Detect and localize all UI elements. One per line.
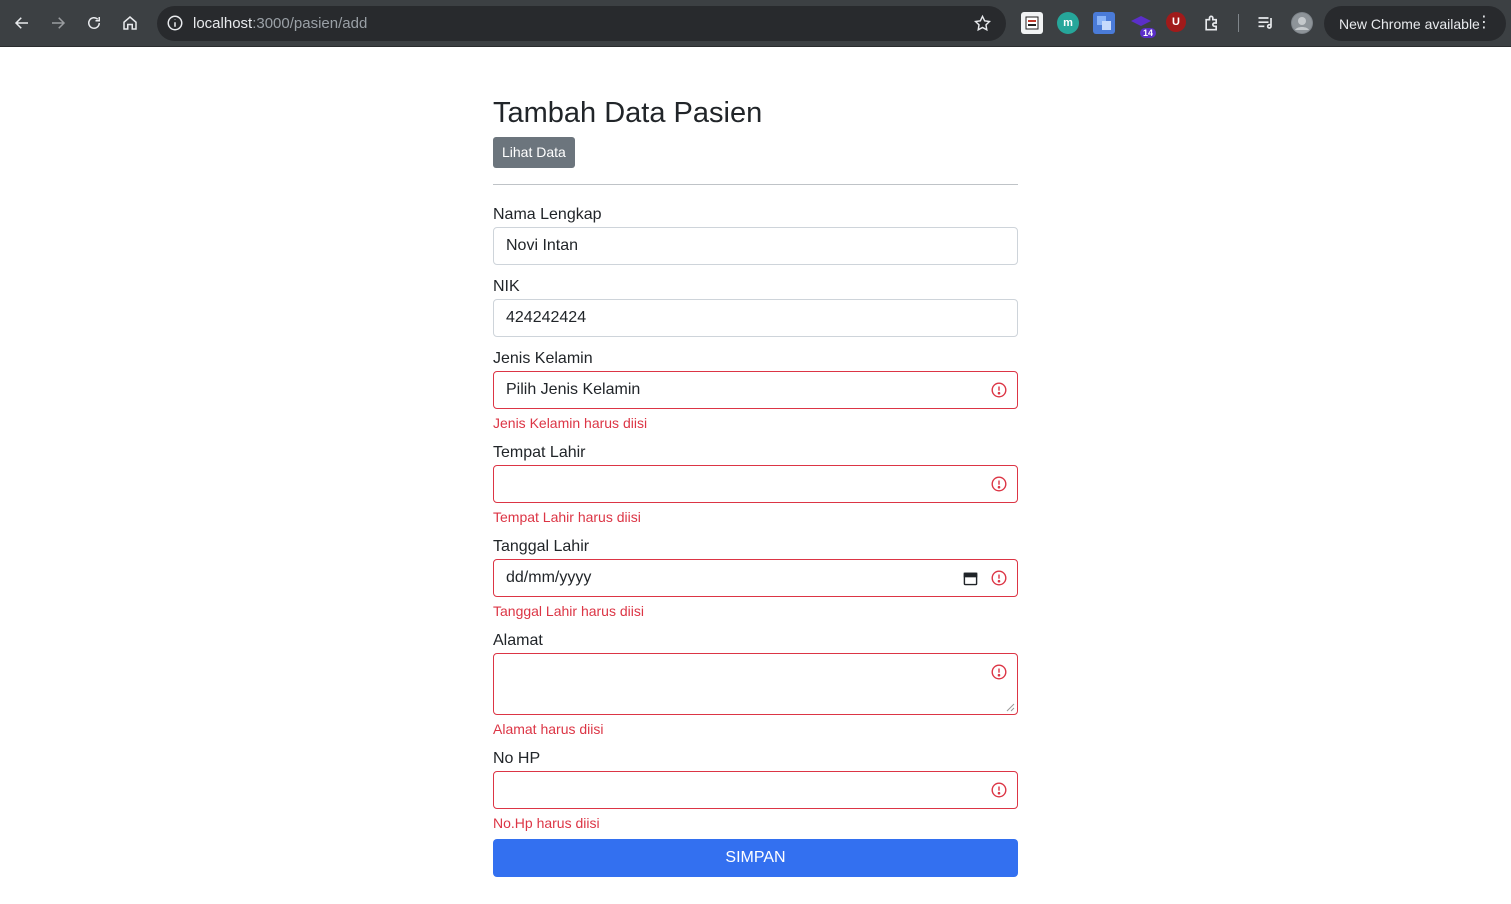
error-icon	[991, 664, 1007, 680]
resize-handle-icon[interactable]	[1006, 703, 1015, 712]
field-jenis-kelamin: Jenis Kelamin Pilih Jenis Kelamin Jenis …	[493, 349, 1018, 432]
extensions-button[interactable]	[1201, 12, 1223, 34]
tempat-lahir-label: Tempat Lahir	[493, 444, 586, 461]
url-path: :3000/pasien/add	[252, 15, 368, 32]
translate-icon	[1097, 16, 1111, 30]
jenis-kelamin-select[interactable]: Pilih Jenis Kelamin	[493, 371, 1018, 409]
tanggal-lahir-value: dd/mm/yyyy	[506, 569, 592, 586]
jenis-kelamin-error: Jenis Kelamin harus diisi	[493, 415, 648, 431]
nik-label: NIK	[493, 278, 520, 295]
home-icon	[123, 16, 137, 30]
home-button[interactable]	[116, 9, 144, 37]
error-icon	[991, 570, 1007, 586]
no-hp-error: No.Hp harus diisi	[493, 815, 600, 831]
error-icon	[991, 782, 1007, 798]
error-icon	[991, 382, 1007, 398]
tanggal-lahir-error: Tanggal Lahir harus diisi	[493, 603, 644, 619]
view-data-button[interactable]: Lihat Data	[493, 137, 575, 168]
arrow-right-icon	[52, 17, 66, 29]
alamat-error: Alamat harus diisi	[493, 721, 604, 737]
back-button[interactable]	[8, 9, 36, 37]
forward-button[interactable]	[44, 9, 72, 37]
field-alamat: Alamat Alamat harus diisi	[493, 631, 1018, 738]
nama-input[interactable]: Novi Intan	[493, 227, 1018, 265]
tanggal-lahir-label: Tanggal Lahir	[493, 538, 590, 555]
nama-label: Nama Lengkap	[493, 206, 602, 223]
chrome-update-button[interactable]: New Chrome available ⋮	[1324, 6, 1506, 41]
page-title: Tambah Data Pasien	[493, 97, 763, 129]
extension-reader-icon[interactable]	[1021, 12, 1043, 34]
jenis-kelamin-label: Jenis Kelamin	[493, 350, 593, 367]
extension-ublock-icon[interactable]: U	[1166, 12, 1186, 32]
field-nama: Nama Lengkap Novi Intan	[493, 205, 1018, 265]
avatar-icon	[1292, 13, 1312, 33]
tempat-lahir-error: Tempat Lahir harus diisi	[493, 509, 641, 525]
alamat-textarea[interactable]	[493, 653, 1018, 715]
extension-u-label: U	[1172, 16, 1180, 28]
profile-avatar[interactable]	[1291, 12, 1313, 34]
extension-m-icon[interactable]: m	[1057, 12, 1079, 34]
url-host: localhost	[193, 15, 253, 32]
field-tanggal-lahir: Tanggal Lahir dd/mm/yyyy Tanggal Lahir h…	[493, 537, 1018, 620]
no-hp-label: No HP	[493, 750, 541, 767]
address-bar[interactable]: localhost:3000/pasien/add	[157, 6, 1006, 41]
field-nik: NIK 424242424	[493, 277, 1018, 337]
jenis-kelamin-selected: Pilih Jenis Kelamin	[506, 381, 641, 398]
extension-m-label: m	[1063, 17, 1073, 29]
chrome-update-label: New Chrome available	[1339, 15, 1480, 32]
extension-badge-count: 14	[1139, 28, 1156, 38]
tempat-lahir-input[interactable]	[493, 465, 1018, 503]
extension-translate-icon[interactable]	[1093, 12, 1115, 34]
bookmark-star-icon[interactable]	[973, 14, 992, 33]
reload-button[interactable]	[80, 9, 108, 37]
calendar-icon[interactable]	[963, 571, 978, 586]
nik-input[interactable]: 424242424	[493, 299, 1018, 337]
tanggal-lahir-input[interactable]: dd/mm/yyyy	[493, 559, 1018, 597]
divider	[493, 184, 1018, 185]
no-hp-input[interactable]	[493, 771, 1018, 809]
browser-toolbar: localhost:3000/pasien/add m 14 U New Chr…	[0, 0, 1511, 47]
extension-badge-icon[interactable]: 14	[1130, 12, 1156, 38]
kebab-menu-icon[interactable]: ⋮	[1476, 14, 1492, 32]
field-tempat-lahir: Tempat Lahir Tempat Lahir harus diisi	[493, 443, 1018, 526]
error-icon	[991, 476, 1007, 492]
alamat-label: Alamat	[493, 632, 543, 649]
reader-icon	[1025, 16, 1039, 30]
info-icon[interactable]	[166, 14, 184, 32]
puzzle-icon	[1205, 15, 1217, 31]
url-text: localhost:3000/pasien/add	[193, 15, 367, 32]
save-button[interactable]: SIMPAN	[493, 839, 1018, 877]
reading-list-button[interactable]	[1255, 12, 1277, 34]
media-list-icon	[1258, 17, 1272, 29]
field-no-hp: No HP No.Hp harus diisi	[493, 749, 1018, 832]
form-container: Tambah Data Pasien Lihat Data Nama Lengk…	[493, 96, 1018, 832]
toolbar-separator	[1238, 14, 1239, 32]
reload-icon	[88, 17, 100, 29]
arrow-left-icon	[14, 17, 28, 29]
